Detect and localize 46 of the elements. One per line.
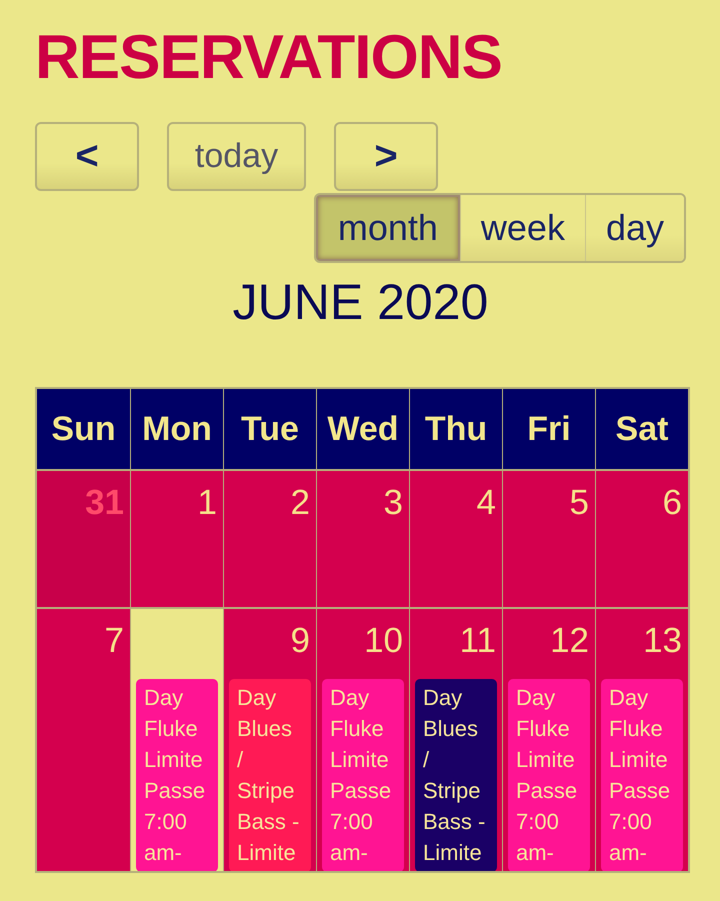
day-number: 4 [476, 482, 497, 523]
weekday-header: Wed [316, 389, 409, 469]
day-number: 9 [290, 620, 311, 661]
weekday-header: Tue [223, 389, 316, 469]
day-cell[interactable]: 12 Day Fluke Limite Passe 7:00 am- [502, 609, 595, 871]
day-number: 2 [290, 482, 311, 523]
day-cell[interactable]: 10 Day Fluke Limite Passe 7:00 am- [316, 609, 409, 871]
month-title: JUNE 2020 [232, 273, 490, 332]
day-number: 13 [643, 620, 683, 661]
next-button[interactable]: > [334, 122, 438, 191]
weekday-header: Sun [50, 408, 117, 450]
previous-button[interactable]: < [35, 122, 139, 191]
day-cell[interactable]: 2 [223, 471, 316, 607]
day-number: 5 [570, 482, 590, 523]
day-cell[interactable]: 3 [316, 471, 409, 607]
day-cell[interactable]: 11 Day Blues / Stripe Bass - Limite [409, 609, 502, 871]
day-cell[interactable]: 1 [130, 471, 223, 607]
day-number: 6 [662, 482, 683, 523]
day-cell[interactable]: 6 [595, 471, 688, 607]
day-cell[interactable]: 5 [502, 471, 595, 607]
weekday-header: Fri [502, 389, 595, 469]
event-chip[interactable]: Day Fluke Limite Passe 7:00 am- [601, 679, 683, 871]
day-cell[interactable]: 13 Day Fluke Limite Passe 7:00 am- [595, 609, 688, 871]
day-number: 3 [384, 482, 404, 523]
day-number: 10 [364, 620, 404, 661]
view-tab[interactable]: week [460, 195, 585, 261]
day-number: 31 [85, 482, 125, 523]
view-tab[interactable]: day [584, 195, 684, 261]
day-cell[interactable]: 7 [37, 609, 130, 871]
day-number: 1 [198, 482, 218, 523]
event-chip[interactable]: Day Fluke Limite Passe 7:00 am- [136, 679, 218, 871]
day-number: 7 [104, 620, 125, 661]
weekday-header: Thu [409, 389, 502, 469]
today-button[interactable]: today [167, 122, 306, 191]
event-chip[interactable]: Day Fluke Limite Passe 7:00 am- [508, 679, 590, 871]
day-cell[interactable]: 9 Day Blues / Stripe Bass - Limite [223, 609, 316, 871]
day-number: 12 [550, 620, 590, 661]
event-chip[interactable]: Day Fluke Limite Passe 7:00 am- [322, 679, 404, 871]
weekday-header: Mon [130, 389, 223, 469]
page-title: RESERVATIONS [35, 22, 503, 94]
view-tab[interactable]: month [316, 195, 460, 261]
event-chip[interactable]: Day Blues / Stripe Bass - Limite [229, 679, 311, 871]
day-cell[interactable]: 4 [409, 471, 502, 607]
day-number: 11 [460, 620, 497, 661]
weekday-header: Sat [595, 389, 688, 469]
event-chip[interactable]: Day Blues / Stripe Bass - Limite [415, 679, 497, 871]
